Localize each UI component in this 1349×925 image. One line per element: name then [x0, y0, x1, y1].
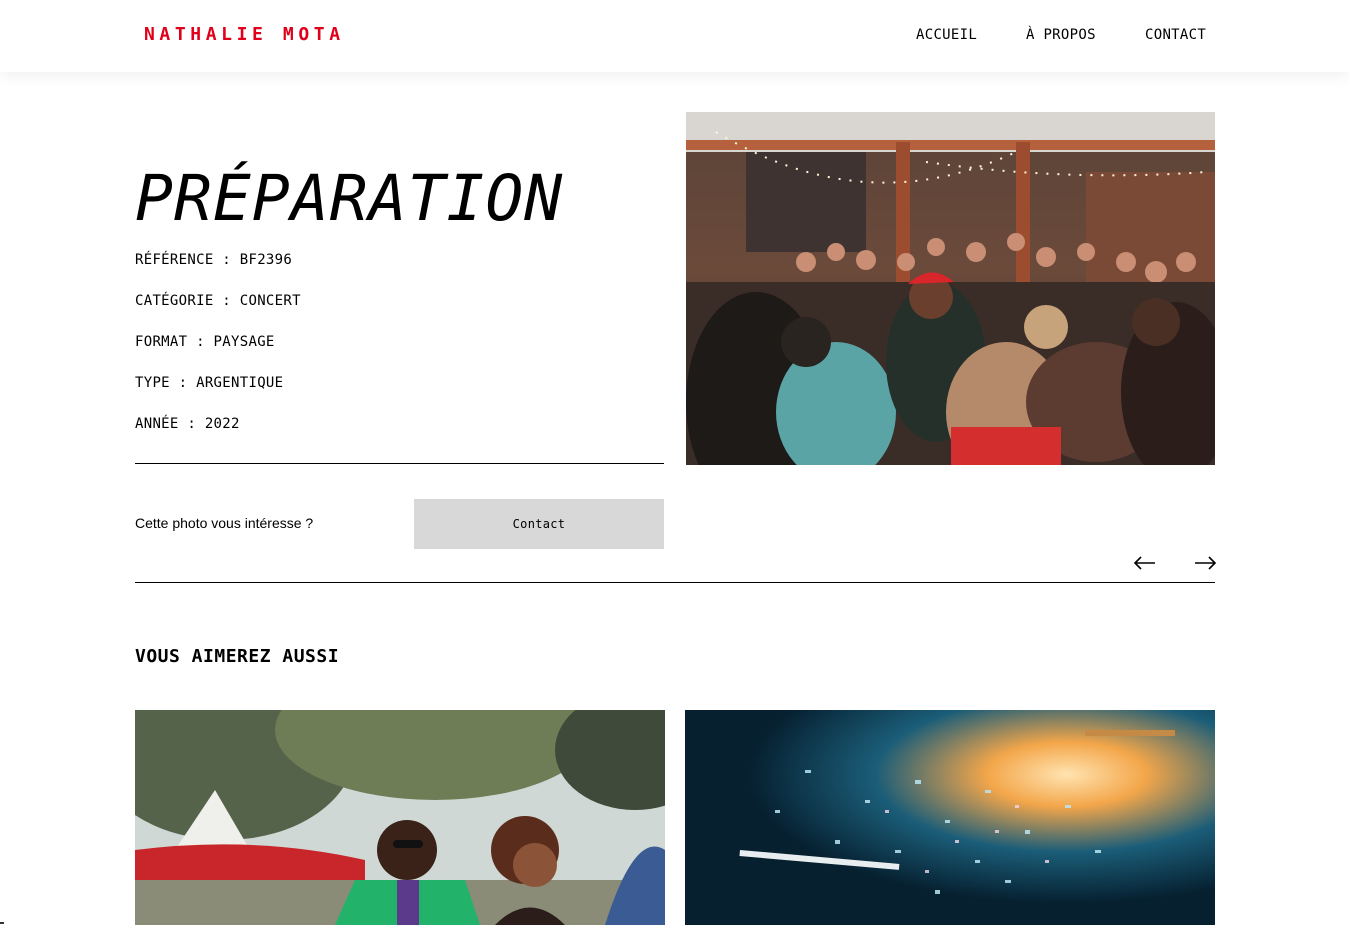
nav-a-propos[interactable]: À PROPOS: [1026, 27, 1096, 43]
photo-category: CATÉGORIE : CONCERT: [135, 293, 301, 309]
main-photo: [686, 112, 1215, 465]
interest-text: Cette photo vous intéresse ?: [135, 515, 314, 531]
arrow-right-icon[interactable]: [1193, 552, 1217, 574]
contact-button[interactable]: Contact: [414, 499, 664, 549]
nav-accueil[interactable]: ACCUEIL: [916, 27, 977, 43]
photo-type: TYPE : ARGENTIQUE: [135, 375, 284, 391]
photo-details: RÉFÉRENCE : BF2396 CATÉGORIE : CONCERT F…: [135, 251, 664, 456]
arrow-left-icon[interactable]: [1133, 552, 1157, 574]
couple-festival-photo-icon: [135, 710, 665, 925]
section-divider: [135, 582, 1215, 583]
related-photo-1[interactable]: [135, 710, 665, 925]
photo-format: FORMAT : PAYSAGE: [135, 334, 275, 350]
confetti-concert-photo-icon: [685, 710, 1215, 925]
edge-marker: [0, 922, 4, 924]
related-photo-2[interactable]: [685, 710, 1215, 925]
site-header: NATHALIE MOTA ACCUEIL À PROPOS CONTACT: [0, 0, 1349, 72]
photo-year: ANNÉE : 2022: [135, 416, 240, 432]
photo-title: PRÉPARATION: [135, 162, 564, 235]
details-divider: [135, 463, 664, 464]
nav-contact[interactable]: CONTACT: [1145, 27, 1206, 43]
party-crowd-photo-icon: [686, 112, 1215, 465]
photo-reference: RÉFÉRENCE : BF2396: [135, 252, 293, 268]
site-logo[interactable]: NATHALIE MOTA: [144, 24, 345, 45]
related-title: VOUS AIMEREZ AUSSI: [135, 646, 340, 667]
